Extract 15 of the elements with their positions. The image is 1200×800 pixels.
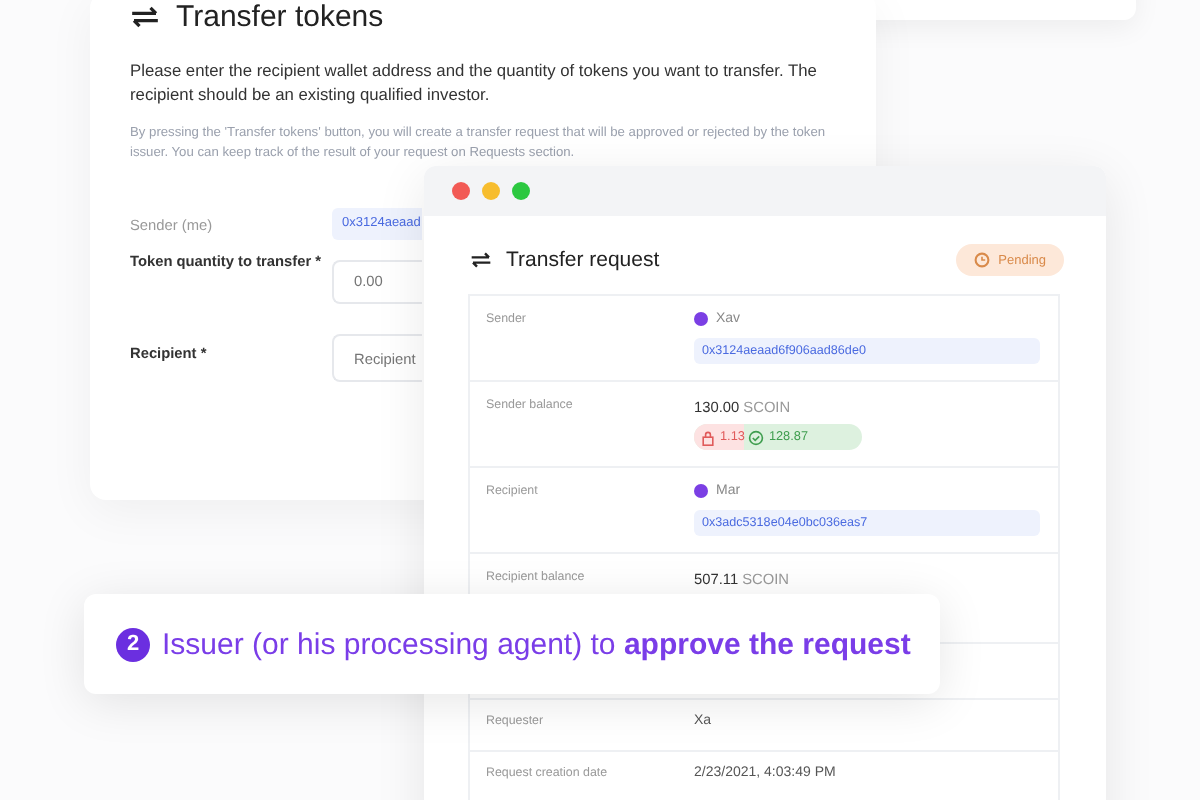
instructions-text: Please enter the recipient wallet address and the quantity of tokens you want to transfer. The recipient should be an existing qualified investor.	[130, 58, 819, 106]
close-icon[interactable]	[452, 182, 470, 200]
check-circle-icon	[748, 429, 765, 445]
maximize-icon[interactable]	[512, 182, 530, 200]
clock-icon	[974, 252, 991, 268]
step-number: 2	[116, 627, 150, 661]
swap-arrows-icon	[470, 252, 492, 268]
request-title: Transfer request	[506, 248, 660, 272]
form-title: Transfer tokens	[176, 0, 384, 33]
lock-icon	[700, 429, 716, 445]
swap-arrows-icon	[130, 5, 160, 27]
avatar-icon	[694, 484, 708, 498]
callout-text: Issuer (or his processing agent) to approve the request	[162, 627, 911, 661]
minimize-icon[interactable]	[482, 182, 500, 200]
avatar-icon	[694, 312, 708, 326]
